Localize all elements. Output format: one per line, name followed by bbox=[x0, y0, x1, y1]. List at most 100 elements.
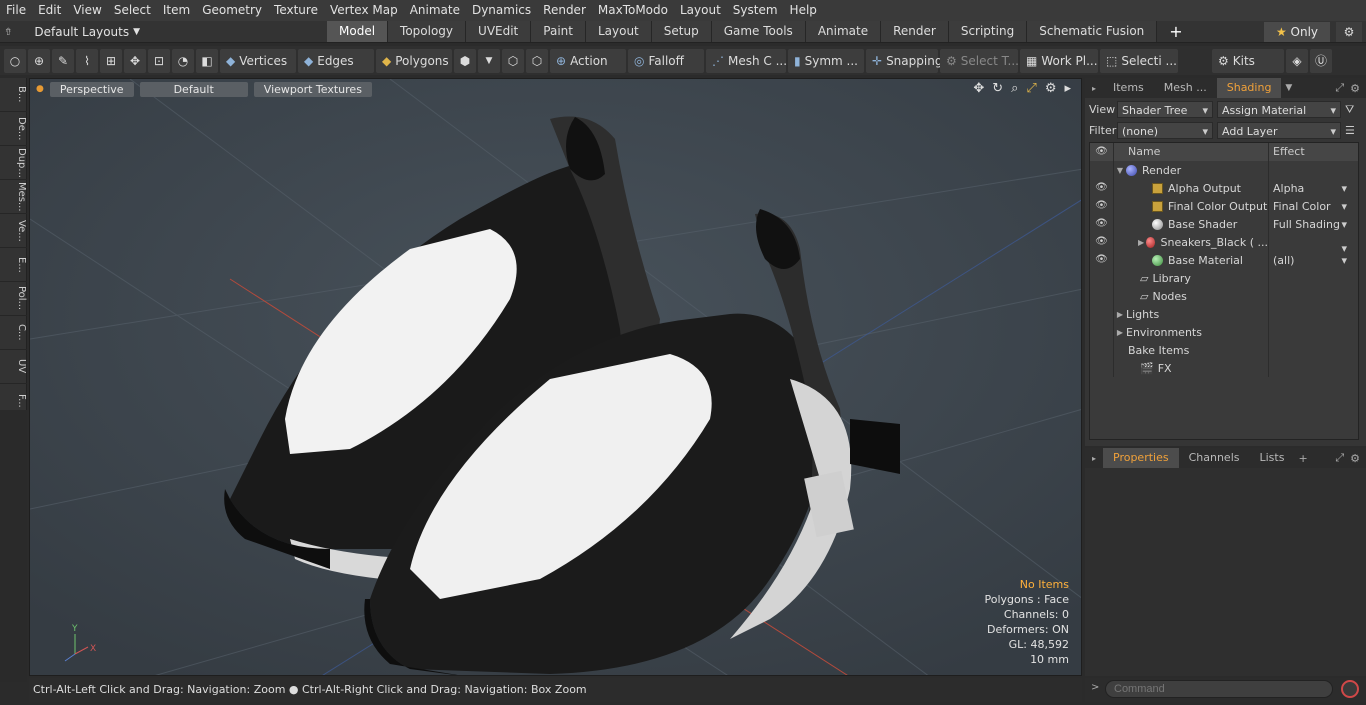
kits-button[interactable]: ⚙ Kits bbox=[1212, 48, 1284, 73]
menu-dynamics[interactable]: Dynamics bbox=[466, 0, 537, 21]
gear-icon[interactable]: ⚙ bbox=[1336, 22, 1362, 42]
tab-scripting[interactable]: Scripting bbox=[948, 21, 1028, 42]
effect-column-header[interactable]: Effect bbox=[1269, 143, 1349, 161]
tab-shading[interactable]: Shading bbox=[1216, 78, 1282, 98]
gear-icon[interactable]: ⚙ bbox=[1350, 452, 1360, 465]
tree-row-nodes[interactable]: ▱ Nodes bbox=[1090, 287, 1358, 305]
snapping-button[interactable]: ✛ Snapping bbox=[866, 48, 942, 73]
symmetry-button[interactable]: ▮ Symm ... bbox=[788, 48, 864, 73]
menu-edit[interactable]: Edit bbox=[32, 0, 67, 21]
circle-select-icon[interactable]: ○ bbox=[4, 48, 26, 73]
expand-icon[interactable]: ⤢ bbox=[1335, 451, 1344, 465]
tab-layout[interactable]: Layout bbox=[585, 21, 652, 42]
menu-vertex-map[interactable]: Vertex Map bbox=[324, 0, 404, 21]
falloff-button[interactable]: ◎ Falloff bbox=[628, 48, 704, 73]
scale-icon[interactable]: ⊡ bbox=[148, 48, 170, 73]
left-tab-deform[interactable]: De... bbox=[0, 112, 27, 146]
brush-icon[interactable]: ⌇ bbox=[76, 48, 98, 73]
tree-row-effect[interactable]: (all) ▾ bbox=[1269, 254, 1349, 267]
symmetry-x-icon[interactable]: ⬡ bbox=[502, 48, 524, 73]
add-tab-button[interactable]: + bbox=[1157, 21, 1194, 42]
tab-uvedit[interactable]: UVEdit bbox=[466, 21, 532, 42]
tree-row-library[interactable]: ▱ Library bbox=[1090, 269, 1358, 287]
symmetry-y-icon[interactable]: ⬡ bbox=[526, 48, 548, 73]
expand-triangle-icon[interactable]: ▼ bbox=[1114, 166, 1126, 175]
vertices-button[interactable]: ◆ Vertices bbox=[220, 48, 296, 73]
add-layer-button[interactable]: Add Layer bbox=[1217, 122, 1341, 140]
move-icon[interactable]: ✥ bbox=[124, 48, 146, 73]
left-tab-mesh-edit[interactable]: Mes... bbox=[0, 180, 27, 214]
assign-material-button[interactable]: Assign Material bbox=[1217, 101, 1341, 119]
viewport-textures-button[interactable]: Viewport Textures bbox=[253, 81, 372, 97]
left-tab-uv[interactable]: UV bbox=[0, 350, 27, 384]
selection-sets-button[interactable]: ⬚ Selecti ... bbox=[1100, 48, 1178, 73]
menu-item[interactable]: Item bbox=[157, 0, 196, 21]
only-button[interactable]: ★ Only bbox=[1264, 22, 1330, 42]
menu-geometry[interactable]: Geometry bbox=[196, 0, 268, 21]
rotate-icon[interactable]: ◔ bbox=[172, 48, 194, 73]
visibility-eye-icon[interactable]: 👁 bbox=[1090, 215, 1114, 233]
list-options-icon[interactable]: ☰ bbox=[1345, 124, 1355, 137]
select-through-button[interactable]: ⚙ Select T... bbox=[940, 48, 1019, 73]
orbit-icon[interactable]: ↻ bbox=[992, 81, 1003, 96]
name-column-header[interactable]: Name bbox=[1114, 143, 1269, 161]
unreal-icon[interactable]: Ⓤ bbox=[1310, 48, 1332, 73]
menu-texture[interactable]: Texture bbox=[268, 0, 324, 21]
tree-row-base-shader[interactable]: 👁 Base Shader Full Shading ▾ bbox=[1090, 215, 1358, 233]
material-mode-icon[interactable]: ⬢ bbox=[454, 48, 476, 73]
left-tab-curve[interactable]: C... bbox=[0, 316, 27, 350]
left-tab-duplicate[interactable]: Dup... bbox=[0, 146, 27, 180]
mesh-constraint-button[interactable]: ⋰ Mesh C ... bbox=[706, 48, 787, 73]
pen-icon[interactable]: ✎ bbox=[52, 48, 74, 73]
menu-layout[interactable]: Layout bbox=[674, 0, 727, 21]
tab-animate[interactable]: Animate bbox=[805, 21, 882, 42]
unity-icon[interactable]: ◈ bbox=[1286, 48, 1308, 73]
tree-row-render[interactable]: ▼ Render bbox=[1090, 161, 1358, 179]
menu-file[interactable]: File bbox=[0, 0, 32, 21]
tree-row-sneakers-black[interactable]: 👁 ▶ Sneakers_Black ( ... ▾ bbox=[1090, 233, 1358, 255]
expand-triangle-icon[interactable]: ▶ bbox=[1136, 238, 1146, 247]
record-icon[interactable] bbox=[1341, 680, 1359, 698]
left-tab-vertex[interactable]: Ve... bbox=[0, 214, 27, 248]
tab-render[interactable]: Render bbox=[881, 21, 949, 42]
chevron-down-icon[interactable]: ▼ bbox=[478, 48, 500, 73]
visibility-eye-icon[interactable]: 👁 bbox=[1090, 197, 1114, 215]
tab-channels[interactable]: Channels bbox=[1179, 448, 1250, 468]
view-select[interactable]: Shader Tree bbox=[1117, 101, 1213, 119]
tab-game-tools[interactable]: Game Tools bbox=[711, 21, 806, 42]
tree-row-final-color-output[interactable]: 👁 Final Color Output Final Color ▾ bbox=[1090, 197, 1358, 215]
default-style-button[interactable]: Default bbox=[139, 81, 248, 97]
globe-icon[interactable]: ⊕ bbox=[28, 48, 50, 73]
tree-row-lights[interactable]: ▶ Lights bbox=[1090, 305, 1358, 323]
tab-lists[interactable]: Lists bbox=[1250, 448, 1295, 468]
tree-row-fx[interactable]: 🎬 FX bbox=[1090, 359, 1358, 377]
menu-system[interactable]: System bbox=[727, 0, 784, 21]
tab-mesh[interactable]: Mesh ... bbox=[1154, 78, 1217, 98]
tree-row-effect[interactable]: Alpha ▾ bbox=[1269, 182, 1349, 195]
tab-setup[interactable]: Setup bbox=[651, 21, 712, 42]
tab-schematic-fusion[interactable]: Schematic Fusion bbox=[1027, 21, 1158, 42]
zoom-icon[interactable]: ⌕ bbox=[1011, 81, 1018, 96]
transform-icon[interactable]: ⊞ bbox=[100, 48, 122, 73]
menu-animate[interactable]: Animate bbox=[404, 0, 466, 21]
visibility-eye-icon[interactable]: 👁 bbox=[1090, 179, 1114, 197]
left-tab-edge[interactable]: E... bbox=[0, 248, 27, 282]
tab-items[interactable]: Items bbox=[1103, 78, 1154, 98]
add-tab-button[interactable]: + bbox=[1298, 452, 1307, 465]
menu-view[interactable]: View bbox=[67, 0, 107, 21]
command-input[interactable] bbox=[1105, 680, 1333, 698]
filter-funnel-icon[interactable]: ⛛ bbox=[1345, 103, 1354, 117]
chevron-down-icon[interactable]: ▼ bbox=[1285, 83, 1292, 93]
left-tab-basic[interactable]: B... bbox=[0, 78, 27, 112]
left-tab-polygon[interactable]: Pol... bbox=[0, 282, 27, 316]
edges-button[interactable]: ◆ Edges bbox=[298, 48, 374, 73]
work-plane-button[interactable]: ▦ Work Pl... bbox=[1020, 48, 1098, 73]
visibility-toggle[interactable] bbox=[1090, 161, 1114, 179]
expand-icon[interactable]: ⤢ bbox=[1335, 81, 1344, 95]
tab-properties[interactable]: Properties bbox=[1103, 448, 1179, 468]
tree-row-alpha-output[interactable]: 👁 Alpha Output Alpha ▾ bbox=[1090, 179, 1358, 197]
action-center-button[interactable]: ⊕ Action bbox=[550, 48, 626, 73]
menu-select[interactable]: Select bbox=[108, 0, 157, 21]
menu-render[interactable]: Render bbox=[537, 0, 592, 21]
menu-help[interactable]: Help bbox=[784, 0, 823, 21]
